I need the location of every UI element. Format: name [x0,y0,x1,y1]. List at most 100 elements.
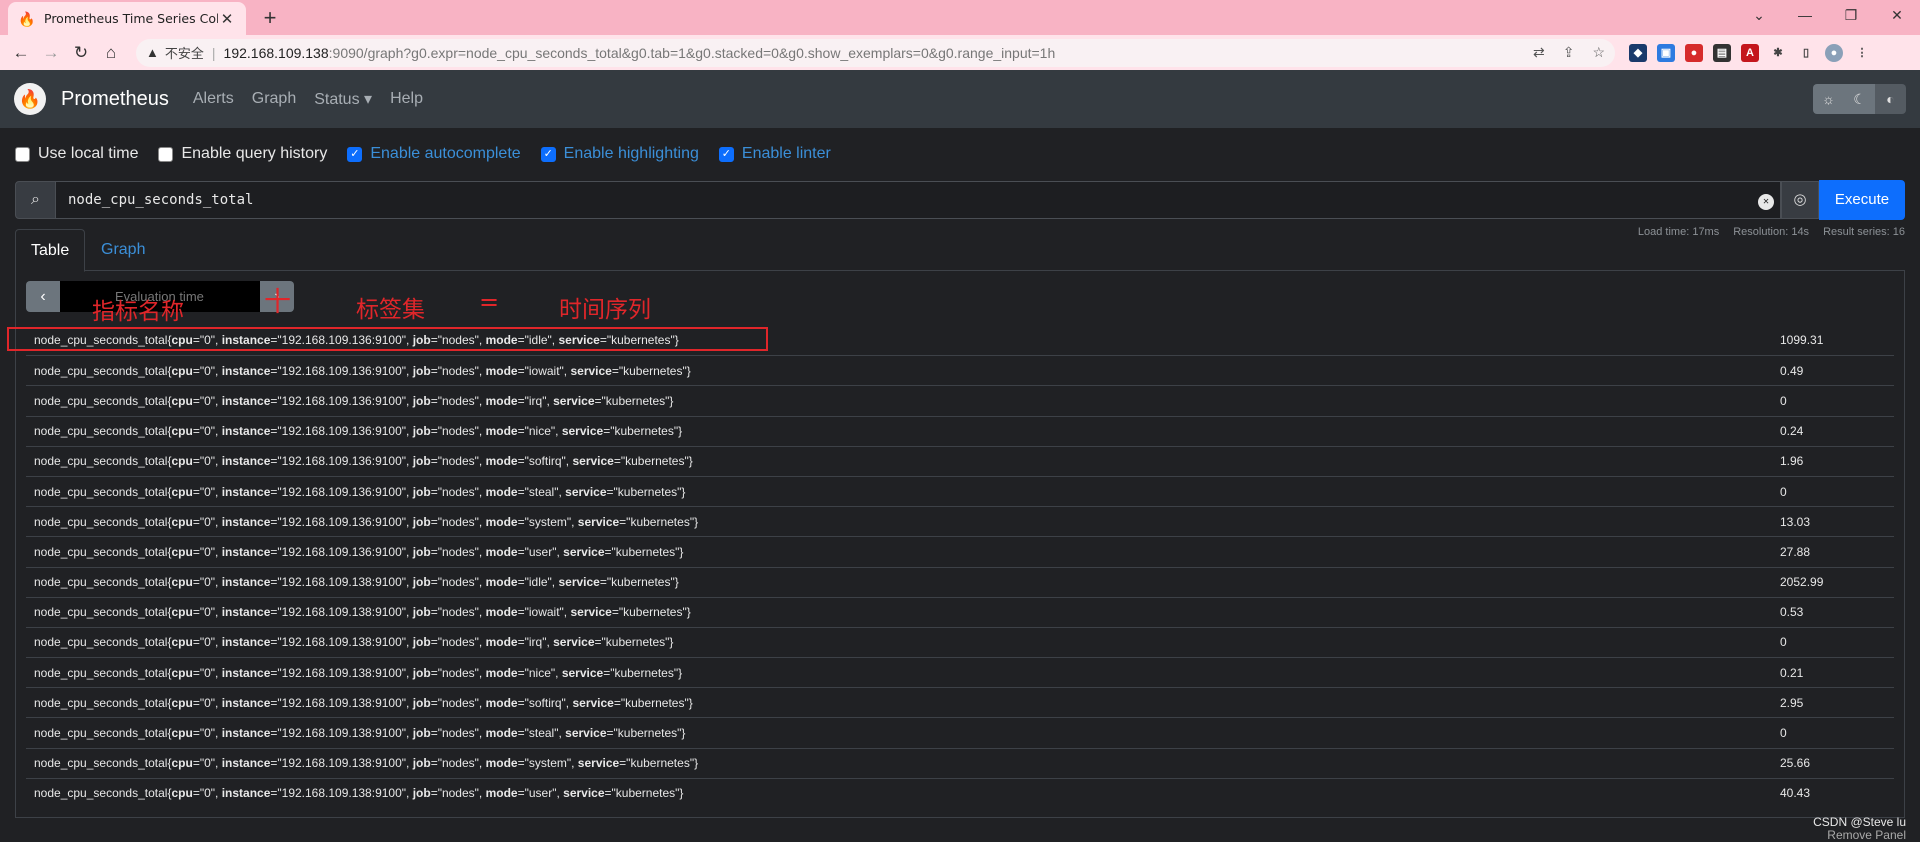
warning-icon[interactable]: ▲ [146,45,159,60]
brand-title[interactable]: Prometheus [61,88,169,111]
nav-help[interactable]: Help [390,90,423,108]
label-value: ="steal", [517,726,566,741]
label-key: job [412,484,431,499]
close-window-icon[interactable]: ✕ [1874,0,1920,35]
label-value: ="kubernetes"} [594,635,674,650]
label-value: ="0", [192,695,222,710]
tab-table[interactable]: Table [15,229,86,272]
forward-icon[interactable]: → [36,43,66,63]
insecure-label[interactable]: 不安全 [165,43,204,62]
label-key: job [412,786,431,801]
series-labels: node_cpu_seconds_total{cpu="0", instance… [26,485,1772,499]
label-key: job [412,605,431,620]
label-value: ="192.168.109.138:9100", [270,726,413,741]
sample-value: 0 [1780,635,1787,650]
label-value: ="kubernetes"} [603,424,683,439]
series-labels: node_cpu_seconds_total{cpu="0", instance… [26,545,1772,559]
pdf-extension-icon[interactable]: A [1741,43,1759,62]
tab-graph[interactable]: Graph [86,229,160,272]
nav-graph[interactable]: Graph [252,90,296,108]
label-value: ="192.168.109.138:9100", [270,635,413,650]
menu-icon[interactable]: ⋮ [1853,44,1871,62]
series-labels: node_cpu_seconds_total{cpu="0", instance… [26,786,1772,800]
auto-theme-icon[interactable]: ◐ [1875,84,1906,114]
browser-tab[interactable]: 🔥 Prometheus Time Series Collec ✕ [8,2,246,35]
label-value: ="nodes", [430,695,486,710]
remove-panel-link[interactable]: Remove Panel [1827,828,1906,842]
tab-search-icon[interactable]: ⌄ [1736,0,1782,35]
back-icon[interactable]: ← [6,43,36,63]
label-value: ="nodes", [430,544,486,559]
option-use-local-time[interactable]: Use local time [15,145,138,163]
label-value: ="system", [517,514,578,529]
label-key: mode [485,635,518,650]
label-value: ="irq", [517,635,554,650]
browser-toolbar: ← → ↻ ⌂ ▲ 不安全 | 192.168.109.138 :9090/gr… [0,35,1920,70]
label-key: job [412,635,431,650]
translate-icon[interactable]: ⇄ [1533,44,1545,61]
close-tab-icon[interactable]: ✕ [218,10,236,28]
metric-name: node_cpu_seconds_total [34,665,168,680]
light-theme-icon[interactable]: ☼ [1813,84,1844,114]
label-key: cpu [171,484,193,499]
checkbox-checked-icon[interactable]: ✓ [718,146,734,162]
option-enable-autocomplete[interactable]: ✓ Enable autocomplete [347,145,521,163]
extension-icon[interactable]: ● [1685,43,1703,62]
prometheus-logo-icon[interactable]: 🔥 [14,83,46,115]
nav-status-dropdown[interactable]: Status ▾ [314,89,372,109]
table-row: node_cpu_seconds_total{cpu="0", instance… [26,747,1894,778]
label-key: job [412,726,431,741]
label-value: ="kubernetes"} [613,454,693,469]
home-icon[interactable]: ⌂ [96,43,126,63]
table-row: node_cpu_seconds_total{cpu="0", instance… [26,777,1894,808]
extension-icon[interactable]: ▣ [1657,43,1675,62]
clear-icon[interactable]: ✕ [1758,194,1774,210]
metrics-explorer-globe-icon[interactable]: ◎ [1781,181,1819,219]
nav-alerts[interactable]: Alerts [193,90,234,108]
label-value: ="0", [192,424,222,439]
label-value: ="192.168.109.136:9100", [270,393,413,408]
sample-value: 0.49 [1780,363,1804,378]
sample-value: 13.03 [1780,514,1811,529]
label-value: ="192.168.109.138:9100", [270,575,413,590]
label-value: ="idle", [517,575,559,590]
label-key: job [412,665,431,680]
reload-icon[interactable]: ↻ [66,43,96,63]
restore-icon[interactable]: ❐ [1828,0,1874,35]
extension-icon[interactable]: ▤ [1713,43,1731,62]
label-key: job [412,363,431,378]
execute-button[interactable]: Execute [1819,180,1905,220]
new-tab-button[interactable]: + [258,5,282,31]
expression-input[interactable]: node_cpu_seconds_total ✕ [56,181,1781,219]
address-bar[interactable]: ▲ 不安全 | 192.168.109.138 :9090/graph?g0.e… [136,38,1615,67]
chevron-left-icon[interactable]: ‹ [26,281,60,312]
label-key: service [553,635,595,650]
checkbox[interactable] [158,146,174,162]
label-key: cpu [171,424,193,439]
table-row: node_cpu_seconds_total{cpu="0", instance… [26,355,1894,385]
side-panel-icon[interactable]: ▯ [1797,44,1815,62]
url-host: 192.168.109.138 [223,44,329,61]
option-enable-linter[interactable]: ✓ Enable linter [718,145,831,163]
checkbox[interactable] [15,146,30,162]
option-enable-highlighting[interactable]: ✓ Enable highlighting [540,145,699,163]
extension-icon[interactable]: ◆ [1629,43,1647,62]
series-labels: node_cpu_seconds_total{cpu="0", instance… [26,605,1772,619]
label-value: ="iowait", [517,605,571,620]
bookmark-star-icon[interactable]: ☆ [1592,44,1605,61]
checkbox-checked-icon[interactable]: ✓ [540,146,556,162]
label-value: ="0", [192,786,222,801]
label-value: ="kubernetes"} [604,544,684,559]
option-enable-query-history[interactable]: Enable query history [158,145,327,163]
checkbox-checked-icon[interactable]: ✓ [347,146,363,162]
series-labels: node_cpu_seconds_total{cpu="0", instance… [26,756,1772,770]
dark-theme-icon[interactable]: ☾ [1844,84,1875,114]
minimize-icon[interactable]: — [1782,0,1828,35]
label-value: ="0", [192,605,222,620]
profile-avatar[interactable]: ● [1825,43,1843,62]
series-labels: node_cpu_seconds_total{cpu="0", instance… [26,726,1772,740]
extensions-puzzle-icon[interactable]: ✱ [1769,44,1787,62]
label-key: service [561,424,604,439]
share-icon[interactable]: ⇪ [1563,44,1575,61]
annotation-label-set: 标签集 [356,297,425,323]
